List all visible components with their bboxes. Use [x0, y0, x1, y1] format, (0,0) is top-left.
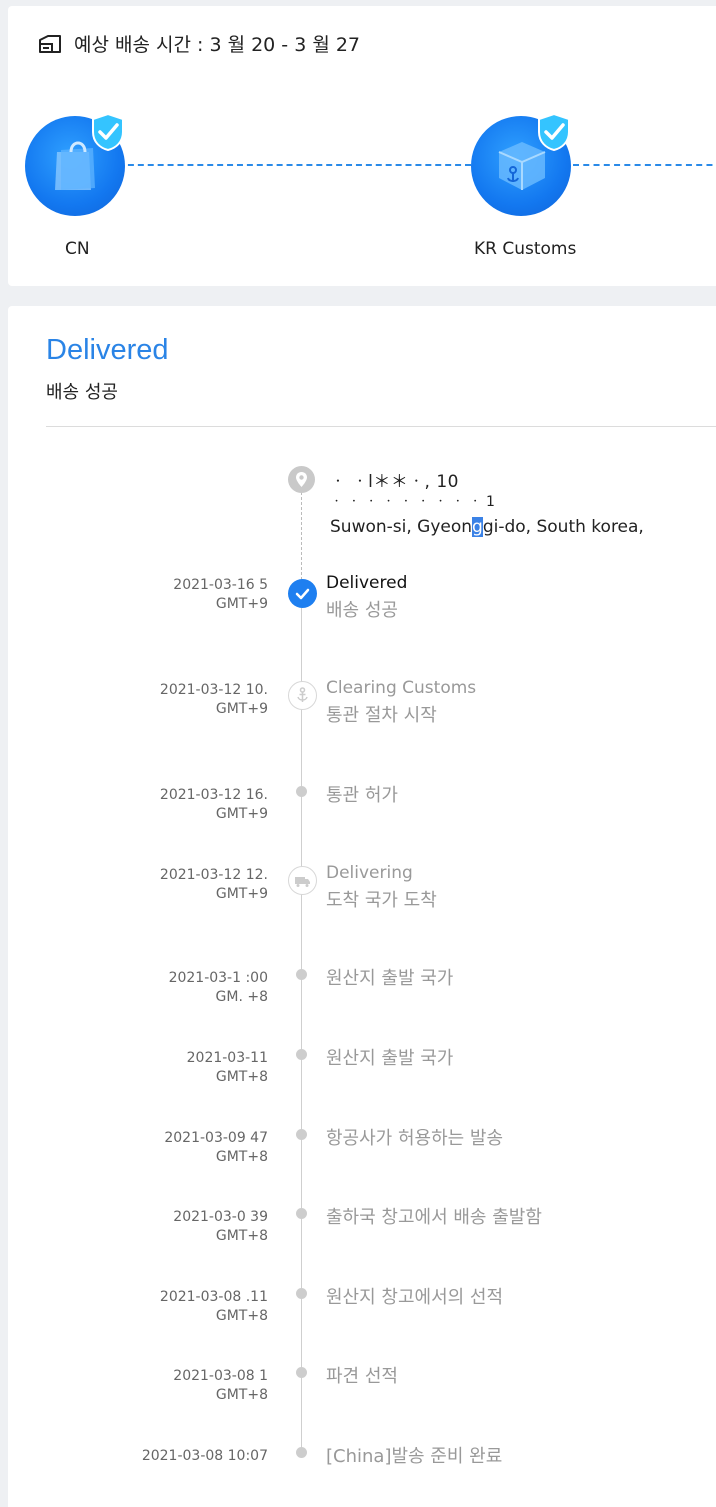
event-title: Delivered — [326, 573, 408, 593]
address-line: ㆍ ㆍl＊＊ㆍ, 10 — [330, 472, 459, 492]
event-datetime: 2021-03-11 GMT+8 — [186, 1050, 268, 1085]
progress-connector — [118, 164, 471, 166]
status-subtitle: 배송 성공 — [46, 382, 118, 403]
timeline-dot — [296, 1129, 307, 1140]
event-datetime: 2021-03-08 1 GMT+8 — [173, 1368, 268, 1403]
event-datetime: 2021-03-16 5 GMT+9 — [173, 577, 268, 612]
event-datetime: 2021-03-12 10. GMT+9 — [159, 682, 268, 717]
event-description: 출하국 창고에서 배송 출발함 — [326, 1207, 542, 1228]
event-description: 원산지 창고에서의 선적 — [326, 1287, 504, 1308]
event-title: Delivering — [326, 863, 413, 883]
event-datetime: 2021-03-08 10:07 — [141, 1448, 268, 1464]
event-datetime: 2021-03-0 39 GMT+8 — [173, 1209, 268, 1244]
progress-node-label: KR Customs — [474, 239, 577, 259]
timeline-dot — [296, 786, 307, 797]
event-description: 파견 선적 — [326, 1366, 398, 1387]
timeline-dot — [296, 1447, 307, 1458]
event-datetime: 2021-03-12 12. GMT+9 — [159, 867, 268, 902]
address-text: gi-do, South korea, — [482, 517, 644, 537]
event-description: 원산지 출발 국가 — [326, 1048, 454, 1069]
address-line: ㆍ ㆍ ㆍ ㆍ ㆍ ㆍ ㆍ ㆍ ㆍ 1 — [330, 494, 495, 507]
check-icon — [288, 579, 317, 608]
address-selection: g — [472, 517, 483, 537]
event-description: 항공사가 허용하는 발송 — [326, 1128, 504, 1149]
timeline-connector — [301, 492, 302, 580]
verified-shield-icon — [92, 112, 124, 152]
status-title: Delivered — [46, 334, 169, 366]
event-description: 통관 허가 — [326, 785, 398, 806]
event-datetime: 2021-03-08 .11 GMT+8 — [159, 1289, 268, 1324]
truck-icon — [288, 866, 317, 895]
address-line: Suwon-si, Gyeonggi-do, South korea, — [330, 517, 644, 537]
timeline-line — [301, 592, 302, 1456]
tracking-card: Delivered 배송 성공 ㆍ ㆍl＊＊ㆍ, 10 ㆍ ㆍ ㆍ ㆍ ㆍ ㆍ … — [8, 306, 716, 1507]
event-description: [China]발송 준비 완료 — [326, 1446, 503, 1467]
timeline-dot — [296, 969, 307, 980]
event-description: 배송 성공 — [326, 600, 398, 621]
progress-card: 예상 배송 시간 : 3 월 20 - 3 월 27 CN KR Customs — [8, 6, 716, 286]
divider — [46, 426, 716, 427]
estimated-delivery: 예상 배송 시간 : 3 월 20 - 3 월 27 — [38, 30, 360, 57]
verified-shield-icon — [538, 112, 570, 152]
anchor-icon — [288, 681, 317, 710]
event-description: 원산지 출발 국가 — [326, 968, 454, 989]
delivery-icon — [39, 34, 61, 53]
event-datetime: 2021-03-1 :00 GM. +8 — [168, 970, 268, 1005]
event-datetime: 2021-03-12 16. GMT+9 — [159, 787, 268, 822]
estimated-delivery-text: 예상 배송 시간 : 3 월 20 - 3 월 27 — [74, 34, 361, 56]
event-title: Clearing Customs — [326, 678, 477, 698]
timeline-dot — [296, 1208, 307, 1219]
address-text: Suwon-si, Gyeon — [330, 517, 473, 537]
event-datetime: 2021-03-09 47 GMT+8 — [164, 1130, 268, 1165]
event-description: 통관 절차 시작 — [326, 705, 437, 726]
event-description: 도착 국가 도착 — [326, 890, 437, 911]
progress-node-label: CN — [65, 239, 90, 259]
timeline-dot — [296, 1049, 307, 1060]
progress-connector — [573, 164, 716, 166]
timeline-dot — [296, 1367, 307, 1378]
timeline-dot — [296, 1288, 307, 1299]
location-pin-icon — [288, 466, 315, 493]
